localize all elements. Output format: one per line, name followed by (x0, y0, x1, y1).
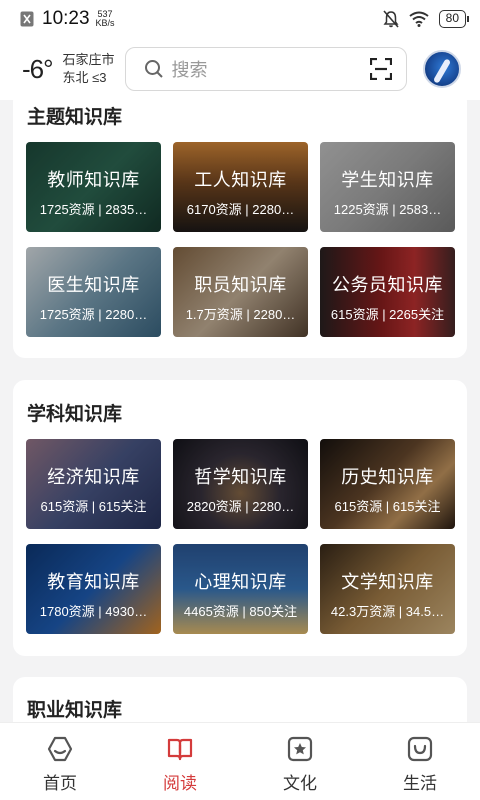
battery-icon: 80 (438, 10, 470, 28)
card-worker[interactable]: 工人知识库 6170资源 | 2280… (173, 142, 308, 232)
section-theme-knowledge: 主题知识库 教师知识库 1725资源 | 2835… 工人知识库 6170资源 … (13, 100, 467, 358)
card-stats: 615资源 | 2265关注 (330, 307, 445, 322)
card-clerk[interactable]: 职员知识库 1.7万资源 | 2280… (173, 247, 308, 337)
tab-label: 首页 (43, 774, 77, 793)
tab-label: 生活 (403, 774, 437, 793)
card-economics[interactable]: 经济知识库 615资源 | 615关注 (26, 439, 161, 529)
tab-label: 文化 (283, 774, 317, 793)
section-career-knowledge: 职业知识库 (13, 677, 467, 722)
tab-reading[interactable]: 阅读 (120, 723, 240, 800)
scan-icon[interactable] (369, 58, 392, 80)
top-header: -6° 石家庄市 东北 ≤3 搜索 (0, 38, 480, 100)
card-title: 学生知识库 (341, 170, 434, 190)
card-education[interactable]: 教育知识库 1780资源 | 4930… (26, 544, 161, 634)
card-stats: 4465资源 | 850关注 (183, 604, 298, 619)
home-icon (47, 736, 73, 762)
card-title: 哲学知识库 (194, 467, 287, 487)
bottom-tab-bar: 首页 阅读 文化 生活 (0, 722, 480, 800)
card-title: 经济知识库 (47, 467, 140, 487)
card-title: 历史知识库 (341, 467, 434, 487)
card-title: 文学知识库 (341, 572, 434, 592)
search-placeholder: 搜索 (171, 60, 208, 80)
card-teacher[interactable]: 教师知识库 1725资源 | 2835… (26, 142, 161, 232)
card-stats: 42.3万资源 | 34.5… (330, 604, 445, 619)
card-stats: 2820资源 | 2280… (186, 499, 295, 514)
tab-culture[interactable]: 文化 (240, 723, 360, 800)
network-speed: 537 KB/s (95, 9, 115, 28)
star-icon (287, 736, 313, 762)
card-stats: 615资源 | 615关注 (40, 499, 147, 514)
card-stats: 1.7万资源 | 2280… (185, 307, 296, 322)
section-title: 主题知识库 (27, 107, 123, 128)
tab-label: 阅读 (163, 774, 197, 793)
card-stats: 1780资源 | 4930… (39, 604, 148, 619)
card-history[interactable]: 历史知识库 615资源 | 615关注 (320, 439, 455, 529)
clock: 10:23 (42, 8, 90, 29)
wifi-icon (409, 11, 429, 27)
status-bar: 10:23 537 KB/s 80 (0, 0, 480, 38)
card-title: 教育知识库 (47, 572, 140, 592)
search-input[interactable]: 搜索 (124, 47, 407, 91)
card-doctor[interactable]: 医生知识库 1725资源 | 2280… (26, 247, 161, 337)
card-stats: 6170资源 | 2280… (186, 202, 295, 217)
section-subject-knowledge: 学科知识库 经济知识库 615资源 | 615关注 哲学知识库 2820资源 |… (13, 380, 467, 656)
card-stats: 615资源 | 615关注 (334, 499, 441, 514)
search-icon (144, 60, 163, 78)
weather-location[interactable]: 石家庄市 东北 ≤3 (63, 51, 115, 87)
weather-temperature[interactable]: -6° (22, 54, 54, 85)
card-title: 职员知识库 (194, 275, 287, 295)
card-title: 心理知识库 (194, 572, 287, 592)
card-title: 医生知识库 (47, 275, 140, 295)
book-icon (167, 738, 193, 761)
card-literature[interactable]: 文学知识库 42.3万资源 | 34.5… (320, 544, 455, 634)
bag-icon (407, 736, 433, 762)
notification-x-icon (20, 11, 34, 27)
wind-info: 东北 ≤3 (62, 70, 107, 85)
tab-life[interactable]: 生活 (360, 723, 480, 800)
avatar[interactable] (422, 50, 461, 88)
mute-bell-icon (383, 10, 399, 28)
city-name: 石家庄市 (62, 52, 115, 67)
card-psychology[interactable]: 心理知识库 4465资源 | 850关注 (173, 544, 308, 634)
card-title: 工人知识库 (194, 170, 287, 190)
card-civil-servant[interactable]: 公务员知识库 615资源 | 2265关注 (320, 247, 455, 337)
card-stats: 1725资源 | 2835… (39, 202, 148, 217)
tab-home[interactable]: 首页 (0, 723, 120, 800)
card-title: 教师知识库 (47, 170, 140, 190)
main-content[interactable]: 主题知识库 教师知识库 1725资源 | 2835… 工人知识库 6170资源 … (0, 100, 480, 722)
card-stats: 1725资源 | 2280… (39, 307, 148, 322)
card-philosophy[interactable]: 哲学知识库 2820资源 | 2280… (173, 439, 308, 529)
card-stats: 1225资源 | 2583… (333, 202, 442, 217)
card-student[interactable]: 学生知识库 1225资源 | 2583… (320, 142, 455, 232)
section-title: 职业知识库 (27, 700, 123, 721)
card-title: 公务员知识库 (332, 275, 443, 295)
section-title: 学科知识库 (27, 404, 123, 425)
